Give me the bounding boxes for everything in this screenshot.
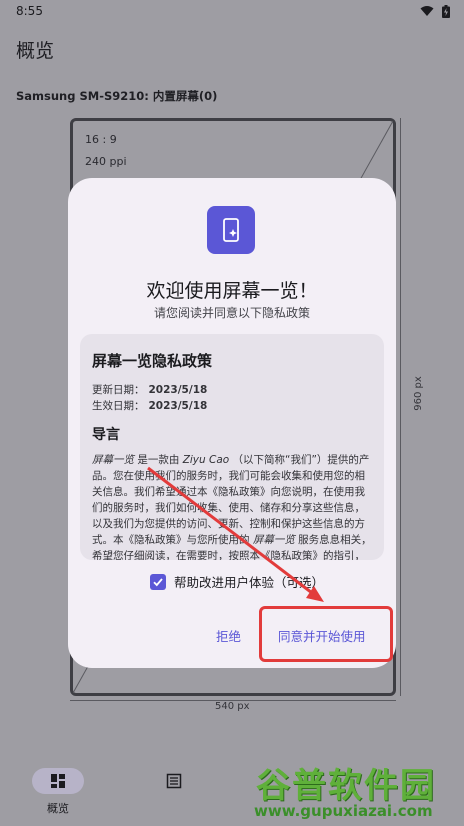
policy-text: （以下简称“我们”）提供的产品。您在使用我们的服务时，我们可能会收集和使用您的相… bbox=[92, 454, 370, 546]
decline-button[interactable]: 拒绝 bbox=[216, 626, 241, 645]
status-time: 8:55 bbox=[16, 4, 43, 18]
app-icon bbox=[207, 206, 255, 254]
watermark: 谷普软件园 www.gupuxiazai.com bbox=[250, 758, 460, 820]
section-heading: 导言 bbox=[92, 427, 120, 443]
check-icon bbox=[153, 577, 163, 586]
consent-label: 帮助改进用户体验（可选） bbox=[174, 575, 325, 590]
width-dimension: 540 px bbox=[70, 700, 396, 712]
status-icons bbox=[420, 4, 450, 18]
page-title: 概览 bbox=[16, 40, 55, 62]
width-label: 540 px bbox=[215, 701, 250, 712]
app-name-italic: 屏幕一览 bbox=[92, 454, 134, 466]
policy-scroll-area[interactable]: 屏幕一览隐私政策 更新日期： 2023/5/18 生效日期： 2023/5/18 导… bbox=[80, 334, 384, 560]
aspect-ratio-label: 16 : 9 bbox=[85, 133, 117, 146]
nav-item-overview[interactable]: 概览 bbox=[0, 756, 116, 826]
dashboard-icon bbox=[51, 774, 65, 788]
consent-row[interactable]: 帮助改进用户体验（可选） bbox=[150, 572, 324, 591]
watermark-title: 谷普软件园 bbox=[256, 766, 436, 806]
privacy-dialog: 欢迎使用屏幕一览！ 请您阅读并同意以下隐私政策 屏幕一览隐私政策 更新日期： 20… bbox=[68, 178, 396, 668]
app-name-italic: 屏幕一览 bbox=[252, 534, 295, 546]
policy-title: 屏幕一览隐私政策 bbox=[92, 352, 213, 370]
policy-paragraph: 屏幕一览 是一款由 Ziyu Cao （以下简称“我们”）提供的产品。您在使用我… bbox=[92, 452, 374, 560]
updated-label: 更新日期： bbox=[92, 384, 145, 396]
updated-date: 更新日期： 2023/5/18 bbox=[92, 382, 207, 397]
status-bar: 8:55 bbox=[0, 0, 464, 22]
list-icon bbox=[166, 773, 182, 789]
author-italic: Ziyu Cao bbox=[182, 454, 230, 466]
wifi-icon bbox=[420, 6, 434, 16]
phone-sparkle-icon bbox=[223, 218, 239, 242]
effective-value: 2023/5/18 bbox=[148, 400, 208, 412]
effective-label: 生效日期： bbox=[92, 400, 145, 412]
dialog-title: 欢迎使用屏幕一览！ bbox=[146, 280, 318, 302]
nav-label-overview: 概览 bbox=[47, 802, 69, 815]
dialog-subtitle: 请您阅读并同意以下隐私政策 bbox=[153, 306, 310, 320]
annotation-highlight-box bbox=[259, 606, 393, 662]
height-label: 960 px bbox=[412, 376, 424, 411]
density-label: 240 ppi bbox=[85, 155, 127, 168]
watermark-url: www.gupuxiazai.com bbox=[254, 802, 433, 820]
height-dimension: 960 px bbox=[400, 118, 424, 696]
device-title: Samsung SM-S9210: 内置屏幕(0) bbox=[16, 89, 218, 103]
nav-pill bbox=[148, 768, 200, 794]
effective-date: 生效日期： 2023/5/18 bbox=[92, 398, 207, 413]
consent-checkbox[interactable] bbox=[150, 573, 166, 590]
battery-icon bbox=[442, 4, 450, 18]
nav-pill bbox=[32, 768, 84, 794]
policy-text: 是一款由 bbox=[134, 454, 183, 466]
updated-value: 2023/5/18 bbox=[148, 384, 208, 396]
nav-item-list[interactable] bbox=[116, 756, 232, 826]
